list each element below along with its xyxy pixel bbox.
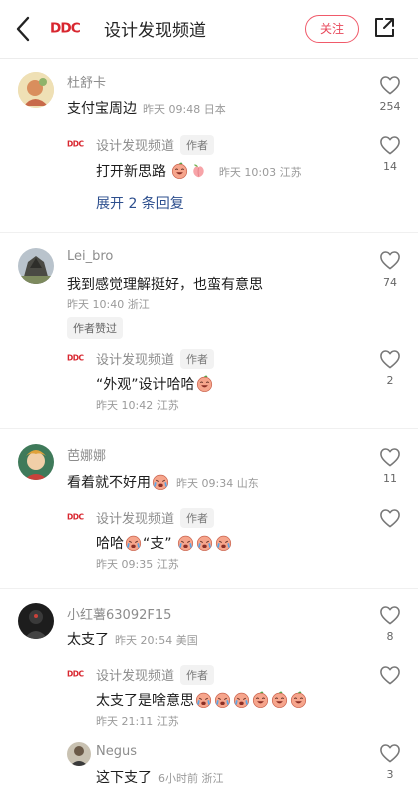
- cry-emoji-icon: [195, 691, 212, 708]
- author-tag: 作者: [180, 508, 215, 528]
- like-count: 2: [386, 374, 394, 387]
- reply-body: 这下支了: [96, 770, 152, 786]
- comment-body: 支付宝周边: [67, 101, 137, 117]
- comment-meta: 昨天 09:34 山东: [176, 477, 259, 490]
- channel-logo: DDC: [50, 19, 90, 37]
- comment-username[interactable]: Lei_bro: [67, 249, 113, 264]
- comment-meta: 昨天 20:54 美国: [115, 634, 198, 647]
- comment-separator: [0, 232, 418, 233]
- laugh-emoji-icon: [290, 691, 307, 708]
- like-heart-icon[interactable]: [379, 135, 401, 155]
- like-heart-icon[interactable]: [379, 349, 401, 369]
- reply-body: 打开新思路: [96, 164, 166, 180]
- avatar[interactable]: [18, 603, 54, 639]
- back-arrow-icon[interactable]: [12, 15, 36, 43]
- like-count: 254: [379, 100, 401, 113]
- cry-emoji-icon: [196, 534, 213, 551]
- reply-body: “外观”设计哈哈: [96, 377, 195, 393]
- laugh-emoji-icon: [196, 375, 213, 392]
- avatar[interactable]: [18, 248, 54, 284]
- like-count: 8: [386, 630, 394, 643]
- comment-separator: [0, 428, 418, 429]
- peach-emoji-icon: [190, 162, 207, 179]
- laugh-emoji-icon: [271, 691, 288, 708]
- like-heart-icon[interactable]: [379, 447, 401, 467]
- cry-emoji-icon: [215, 534, 232, 551]
- reply-meta: 昨天 10:42 江苏: [96, 399, 179, 412]
- reply-text: 这下支了 6小时前 浙江: [96, 767, 224, 787]
- reply-body-b: “支”: [143, 536, 172, 552]
- like-heart-icon[interactable]: [379, 665, 401, 685]
- reply-meta: 昨天 10:03 江苏: [218, 166, 302, 179]
- reply-body-a: 哈哈: [96, 536, 124, 552]
- comment-separator: [0, 588, 418, 589]
- reply-text: “外观”设计哈哈: [96, 374, 214, 394]
- ddc-logo-icon: [67, 669, 89, 679]
- comment-username[interactable]: 小红薯63092F15: [67, 604, 171, 623]
- author-liked-badge: 作者赞过: [67, 317, 123, 339]
- reply-text: 太支了是啥意思: [96, 690, 308, 710]
- follow-button[interactable]: 关注: [305, 15, 359, 43]
- cry-emoji-icon: [177, 534, 194, 551]
- avatar[interactable]: [18, 444, 54, 480]
- header-divider: [0, 58, 418, 59]
- comment-meta: 昨天 10:40 浙江: [67, 298, 150, 311]
- comment-username[interactable]: 芭娜娜: [67, 445, 106, 464]
- reply-body: 太支了是啥意思: [96, 693, 194, 709]
- reply-author-name: 设计发现频道: [96, 139, 175, 154]
- reply-author-name: 设计发现频道: [96, 353, 175, 368]
- comment-meta: 昨天 09:48 日本: [143, 103, 226, 116]
- reply-text: 哈哈 “支”: [96, 533, 233, 553]
- like-heart-icon[interactable]: [379, 605, 401, 625]
- cry-emoji-icon: [152, 473, 169, 490]
- reply-username[interactable]: 设计发现频道 作者: [96, 349, 215, 369]
- like-count: 3: [386, 768, 394, 781]
- like-count: 11: [383, 472, 397, 485]
- reply-author-name: 设计发现频道: [96, 512, 175, 527]
- avatar[interactable]: [67, 742, 91, 766]
- like-count: 14: [383, 160, 397, 173]
- ddc-logo-icon: [67, 353, 89, 363]
- like-heart-icon[interactable]: [379, 743, 401, 763]
- like-count: 74: [383, 276, 397, 289]
- reply-username[interactable]: 设计发现频道 作者: [96, 508, 215, 528]
- comment-text: 看着就不好用 昨天 09:34 山东: [67, 472, 259, 492]
- reply-meta: 6小时前 浙江: [158, 772, 224, 785]
- reply-username[interactable]: Negus: [96, 744, 137, 759]
- cry-emoji-icon: [233, 691, 250, 708]
- comment-body: 我到感觉理解挺好，也蛮有意思: [67, 277, 263, 293]
- author-tag: 作者: [180, 135, 215, 155]
- author-tag: 作者: [180, 665, 215, 685]
- logo-text: DDC: [50, 21, 81, 37]
- cry-emoji-icon: [125, 534, 142, 551]
- comment-text: 支付宝周边 昨天 09:48 日本: [67, 98, 226, 118]
- comment-username[interactable]: 杜舒卡: [67, 72, 106, 91]
- like-heart-icon[interactable]: [379, 75, 401, 95]
- page-title: 设计发现频道: [104, 21, 206, 41]
- comment-text: 太支了 昨天 20:54 美国: [67, 629, 198, 649]
- comment-body: 太支了: [67, 632, 109, 648]
- reply-meta: 昨天 21:11 江苏: [96, 715, 179, 728]
- cry-emoji-icon: [214, 691, 231, 708]
- share-icon[interactable]: [372, 16, 396, 40]
- like-heart-icon[interactable]: [379, 250, 401, 270]
- author-tag: 作者: [180, 349, 215, 369]
- reply-text: 打开新思路 昨天 10:03 江苏: [96, 161, 302, 181]
- avatar[interactable]: [18, 72, 54, 108]
- ddc-logo-icon: [67, 139, 89, 149]
- reply-username[interactable]: 设计发现频道 作者: [96, 135, 215, 155]
- comment-body: 看着就不好用: [67, 475, 151, 491]
- laugh-emoji-icon: [252, 691, 269, 708]
- like-heart-icon[interactable]: [379, 508, 401, 528]
- ddc-logo-icon: [67, 512, 89, 522]
- laugh-emoji-icon: [171, 162, 188, 179]
- reply-meta: 昨天 09:35 江苏: [96, 558, 179, 571]
- reply-username[interactable]: 设计发现频道 作者: [96, 665, 215, 685]
- top-bar: DDC 设计发现频道 关注: [0, 0, 418, 58]
- expand-replies-link[interactable]: 展开 2 条回复: [96, 193, 184, 213]
- reply-author-name: 设计发现频道: [96, 669, 175, 684]
